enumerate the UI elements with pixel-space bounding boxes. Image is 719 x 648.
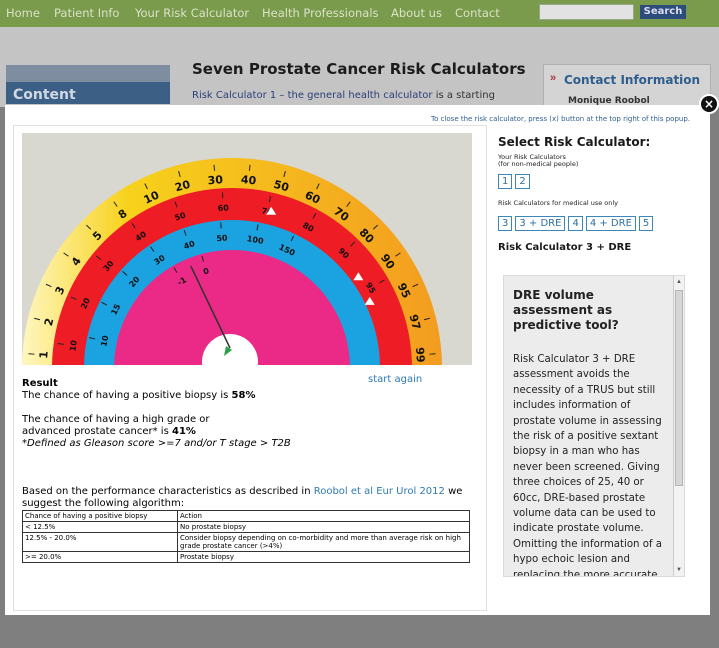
calculator-3-button[interactable]: 3 xyxy=(498,216,513,231)
high-grade-value: 41% xyxy=(171,426,196,437)
result-text: The chance of having a positive biopsy i… xyxy=(22,390,232,401)
intro-text: Risk Calculator 1 – the general health c… xyxy=(192,90,495,101)
nav-home[interactable]: Home xyxy=(6,6,40,20)
intro-link[interactable]: Risk Calculator 1 – the general health c… xyxy=(192,90,433,101)
nav-about-us[interactable]: About us xyxy=(391,6,442,20)
close-popup-button[interactable]: × xyxy=(699,94,719,114)
info-heading: DRE volume assessment as predictive tool… xyxy=(513,288,619,332)
scroll-up-icon[interactable]: ▲ xyxy=(676,279,682,285)
red-scale-label: 10 xyxy=(68,339,79,352)
table-row: Chance of having a positive biopsy Action xyxy=(22,510,470,522)
contact-box: » Contact Information Monique Roobol xyxy=(543,64,711,107)
table-row: 12.5% - 20.0% Consider biopsy depending o… xyxy=(22,532,470,552)
calculator-4-button[interactable]: 4 xyxy=(568,216,583,231)
group2-buttons: 33 + DRE 4 4 + DRE 5 xyxy=(498,216,698,234)
table-cell: No prostate biopsy xyxy=(177,521,470,533)
info-scrollbar[interactable]: ▲ ▼ xyxy=(673,276,684,576)
table-cell: Action xyxy=(177,510,470,522)
current-calculator-label: Risk Calculator 3 + DRE xyxy=(498,242,632,253)
result-line-advanced: advanced prostate cancer* is 41% xyxy=(22,426,291,438)
risk-dial: 1234581020 30 40 50607080909597991020304050… xyxy=(22,158,442,365)
nav-patient-info[interactable]: Patient Info xyxy=(54,6,119,20)
table-row: < 12.5% No prostate biopsy xyxy=(22,521,470,533)
calculator-selector: Select Risk Calculator: Your Risk Calcul… xyxy=(498,135,698,253)
page-title: Seven Prostate Cancer Risk Calculators xyxy=(192,60,526,78)
outer-scale-label: 1 xyxy=(37,351,51,360)
calculator-panel: 1 2 3 4 5 8 10 20 30 40 50 60 70 80 90 95 97 99 10 20 30 40 50… xyxy=(13,125,487,611)
calculator-3-dre-button[interactable]: 3 + DRE xyxy=(515,216,566,231)
close-instructions: To close the risk calculator, press (x) … xyxy=(431,115,690,123)
calculator-5-button[interactable]: 5 xyxy=(638,216,654,231)
group2-label: Risk Calculators for medical use only xyxy=(498,199,619,207)
table-cell: < 12.5% xyxy=(22,521,178,533)
table-cell: Consider biopsy depending on co-morbidit… xyxy=(177,532,470,552)
info-box: DRE volume assessment as predictive tool… xyxy=(503,275,685,577)
roobol-link[interactable]: Roobol et al Eur Urol 2012 xyxy=(314,486,445,497)
calculator-2-button[interactable]: 2 xyxy=(515,174,530,189)
risk-calculator-popup: To close the risk calculator, press (x) … xyxy=(5,105,710,615)
blue-scale-label: 50 xyxy=(216,233,228,243)
search-input[interactable] xyxy=(539,4,634,20)
group1-buttons: 12 xyxy=(498,174,698,192)
result-footnote: *Defined as Gleason score >=7 and/or T s… xyxy=(22,438,291,449)
contact-heading[interactable]: Contact Information xyxy=(564,73,700,87)
result-text: advanced prostate cancer* is xyxy=(22,426,172,437)
outer-scale-label-tick xyxy=(248,164,251,171)
nav-your-risk-calculator[interactable]: Your Risk Calculator xyxy=(135,6,249,20)
scroll-thumb[interactable] xyxy=(675,290,683,486)
raquo-icon: » xyxy=(550,72,557,84)
algorithm-text-pre: Based on the performance characteristics… xyxy=(22,486,314,497)
positive-biopsy-value: 58% xyxy=(231,390,256,401)
outer-scale-label: 40 xyxy=(240,173,257,187)
algorithm-text: Based on the performance characteristics… xyxy=(22,486,462,510)
nav-health-professionals[interactable]: Health Professionals xyxy=(262,6,379,20)
nav-contact[interactable]: Contact xyxy=(455,6,500,20)
algorithm-text-post: we xyxy=(444,486,463,497)
result-line-high-grade: The chance of having a high grade or xyxy=(22,414,210,425)
outer-scale-label-tick xyxy=(213,164,216,171)
red-scale-label: 60 xyxy=(218,203,230,213)
table-cell: Chance of having a positive biopsy xyxy=(22,510,178,522)
algorithm-text-line2: suggest the following algorithm: xyxy=(22,498,185,509)
content-sidebar-strip xyxy=(6,65,170,82)
table-cell: 12.5% - 20.0% xyxy=(22,532,178,552)
search-button[interactable]: Search xyxy=(640,5,686,19)
risk-dial-image: 1 2 3 4 5 8 10 20 30 40 50 60 70 80 90 95 97 99 10 20 30 40 50… xyxy=(22,133,472,365)
algorithm-table: Chance of having a positive biopsy Action… xyxy=(22,510,470,563)
info-body: Risk Calculator 3 + DRE assessment avoid… xyxy=(513,354,663,577)
calculator-4-dre-button[interactable]: 4 + DRE xyxy=(585,216,636,231)
result-section: Result The chance of having a positive b… xyxy=(22,378,291,450)
table-cell: Prostate biopsy xyxy=(177,551,470,563)
calculator-1-button[interactable]: 1 xyxy=(498,174,513,189)
site-footer xyxy=(0,614,719,648)
group1-sublabel: (for non-medical people) xyxy=(498,160,579,168)
selector-title: Select Risk Calculator: xyxy=(498,135,651,149)
content-heading: Content xyxy=(6,82,170,104)
start-again-link[interactable]: start again xyxy=(368,374,422,385)
result-heading: Result xyxy=(22,378,58,389)
top-navigation: Home Patient Info Your Risk Calculator H… xyxy=(0,0,719,27)
scroll-down-icon[interactable]: ▼ xyxy=(676,567,682,573)
outer-scale-label: 99 xyxy=(413,347,427,363)
intro-rest: is a starting xyxy=(435,90,495,101)
table-cell: >= 20.0% xyxy=(22,551,178,563)
table-row: >= 20.0% Prostate biopsy xyxy=(22,551,470,563)
outer-scale-label: 30 xyxy=(207,173,224,187)
result-line-positive-biopsy: The chance of having a positive biopsy i… xyxy=(22,390,291,402)
